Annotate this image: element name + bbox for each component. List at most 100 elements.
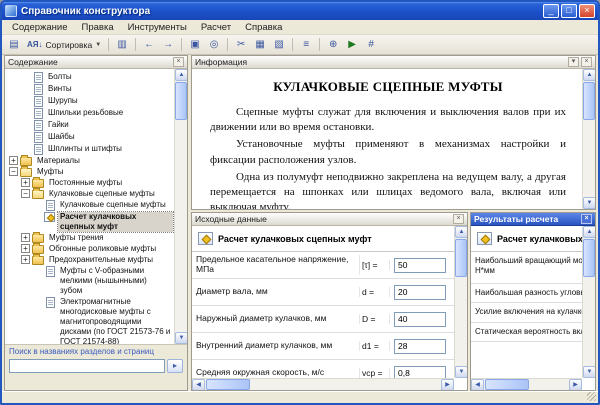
- menu-item[interactable]: Расчет: [195, 21, 237, 34]
- close-button[interactable]: [579, 4, 595, 18]
- tree-item[interactable]: Шайбы: [6, 132, 173, 143]
- scrollbar-thumb[interactable]: [583, 82, 595, 120]
- tree-item[interactable]: + Предохранительные муфты: [6, 254, 173, 265]
- scrollbar-thumb[interactable]: [175, 82, 187, 120]
- forward-button[interactable]: →: [159, 36, 177, 53]
- scrollbar-track[interactable]: [583, 238, 595, 366]
- tree-scrollbar[interactable]: [174, 69, 187, 344]
- toolbar-separator: [319, 38, 321, 51]
- scroll-right-icon[interactable]: [441, 379, 454, 390]
- tree-item[interactable]: Кулачковые сцепные муфты: [6, 200, 173, 211]
- scroll-left-icon[interactable]: [192, 379, 205, 390]
- parameter-value-input[interactable]: [394, 257, 446, 273]
- search-go-button[interactable]: [167, 359, 183, 373]
- scroll-down-icon[interactable]: [583, 197, 595, 209]
- back-button[interactable]: ←: [140, 36, 158, 53]
- scrollbar-track[interactable]: [484, 379, 569, 390]
- scroll-down-icon[interactable]: [455, 366, 467, 378]
- copy-button[interactable]: ▦: [251, 36, 269, 53]
- title-bar[interactable]: Справочник конструктора: [2, 2, 598, 20]
- menu-item[interactable]: Содержание: [6, 21, 74, 34]
- library-button[interactable]: ▣: [186, 36, 204, 53]
- search-button[interactable]: ◎: [205, 36, 223, 53]
- page-icon: [46, 297, 55, 308]
- collapse-icon[interactable]: −: [21, 189, 30, 198]
- scrollbar-thumb[interactable]: [455, 239, 467, 277]
- new-page-button[interactable]: ▤: [5, 36, 23, 53]
- document-view: КУЛАЧКОВЫЕ СЦЕПНЫЕ МУФТЫ Сцепные муфты с…: [192, 69, 582, 209]
- minimize-button[interactable]: [543, 4, 559, 18]
- tree-item[interactable]: + Муфты трения: [6, 232, 173, 243]
- tree-item[interactable]: − Кулачковые сцепные муфты: [6, 188, 173, 199]
- expand-icon[interactable]: +: [21, 244, 30, 253]
- tree-item-label: Шурупы: [48, 96, 78, 105]
- tree-item[interactable]: + Обгонные роликовые муфты: [6, 243, 173, 254]
- input-form-rows: Предельное касательное напряжение, МПа [τ…: [192, 252, 454, 378]
- tree-item[interactable]: Шплинты и штифты: [6, 144, 173, 155]
- tree-item[interactable]: Болты: [6, 72, 173, 83]
- input-horizontal-scrollbar[interactable]: [192, 378, 454, 390]
- scrollbar-thumb[interactable]: [583, 239, 595, 277]
- results-horizontal-scrollbar[interactable]: [471, 378, 582, 390]
- expand-icon[interactable]: +: [9, 156, 18, 165]
- scroll-up-icon[interactable]: [583, 69, 595, 81]
- tree-item-label: Кулачковые сцепные муфты: [60, 200, 166, 209]
- tree-item[interactable]: Винты: [6, 84, 173, 95]
- search-input[interactable]: [9, 359, 165, 373]
- options-button[interactable]: ⊕: [324, 36, 342, 53]
- maximize-button[interactable]: [561, 4, 577, 18]
- paste-button[interactable]: ▧: [270, 36, 288, 53]
- results-panel-title: Результаты расчета: [474, 214, 559, 224]
- scrollbar-track[interactable]: [455, 238, 467, 366]
- scroll-down-icon[interactable]: [583, 366, 595, 378]
- scrollbar-track[interactable]: [583, 81, 595, 197]
- tree-item[interactable]: Расчет кулачковых сцепных муфт: [6, 211, 174, 233]
- expand-icon[interactable]: +: [21, 255, 30, 264]
- scroll-down-icon[interactable]: [175, 332, 187, 344]
- menu-item[interactable]: Справка: [239, 21, 288, 34]
- menu-item[interactable]: Правка: [76, 21, 120, 34]
- close-panel-icon[interactable]: [581, 57, 592, 67]
- scroll-left-icon[interactable]: [471, 379, 484, 390]
- scroll-up-icon[interactable]: [175, 69, 187, 81]
- page-icon: [34, 144, 43, 155]
- tree-item[interactable]: Электромагнитные многодисковые муфты с м…: [6, 297, 173, 344]
- input-vertical-scrollbar[interactable]: [454, 226, 467, 378]
- table-button[interactable]: #: [362, 36, 380, 53]
- expand-icon[interactable]: +: [21, 178, 30, 187]
- close-panel-icon[interactable]: [173, 57, 184, 67]
- close-panel-icon[interactable]: [581, 214, 592, 224]
- parameter-value-input[interactable]: [394, 284, 446, 300]
- scrollbar-track[interactable]: [205, 379, 441, 390]
- panel-menu-icon[interactable]: [568, 57, 579, 67]
- scroll-right-icon[interactable]: [569, 379, 582, 390]
- close-panel-icon[interactable]: [453, 214, 464, 224]
- document-scrollbar[interactable]: [582, 69, 595, 209]
- scrollbar-track[interactable]: [175, 81, 187, 332]
- sort-button[interactable]: АЯ↓ Сортировка ▼: [24, 36, 104, 53]
- tree-item[interactable]: Гайки: [6, 120, 173, 131]
- scroll-up-icon[interactable]: [455, 226, 467, 238]
- parameter-value-input[interactable]: [394, 338, 446, 354]
- expand-icon[interactable]: +: [21, 233, 30, 242]
- parameter-value-input[interactable]: [394, 365, 446, 378]
- tree-item[interactable]: Муфты с V-образными мелкими (нышынными) …: [6, 266, 173, 296]
- scrollbar-thumb[interactable]: [206, 379, 250, 390]
- tree-item[interactable]: − Муфты: [6, 166, 173, 177]
- print-button[interactable]: ▥: [113, 36, 131, 53]
- tree-item[interactable]: + Материалы: [6, 155, 173, 166]
- menu-item[interactable]: Инструменты: [122, 21, 193, 34]
- page-icon: [34, 72, 43, 83]
- scroll-up-icon[interactable]: [583, 226, 595, 238]
- resize-grip[interactable]: [587, 392, 596, 401]
- parameter-value-input[interactable]: [394, 311, 446, 327]
- tree-item[interactable]: Шпильки резьбовые: [6, 108, 173, 119]
- run-button[interactable]: ▶: [343, 36, 361, 53]
- tree-item[interactable]: + Постоянные муфты: [6, 177, 173, 188]
- tree-item[interactable]: Шурупы: [6, 96, 173, 107]
- cut-button[interactable]: ✂: [232, 36, 250, 53]
- results-vertical-scrollbar[interactable]: [582, 226, 595, 378]
- scrollbar-thumb[interactable]: [485, 379, 529, 390]
- fields-button[interactable]: ≡: [297, 36, 315, 53]
- collapse-icon[interactable]: −: [9, 167, 18, 176]
